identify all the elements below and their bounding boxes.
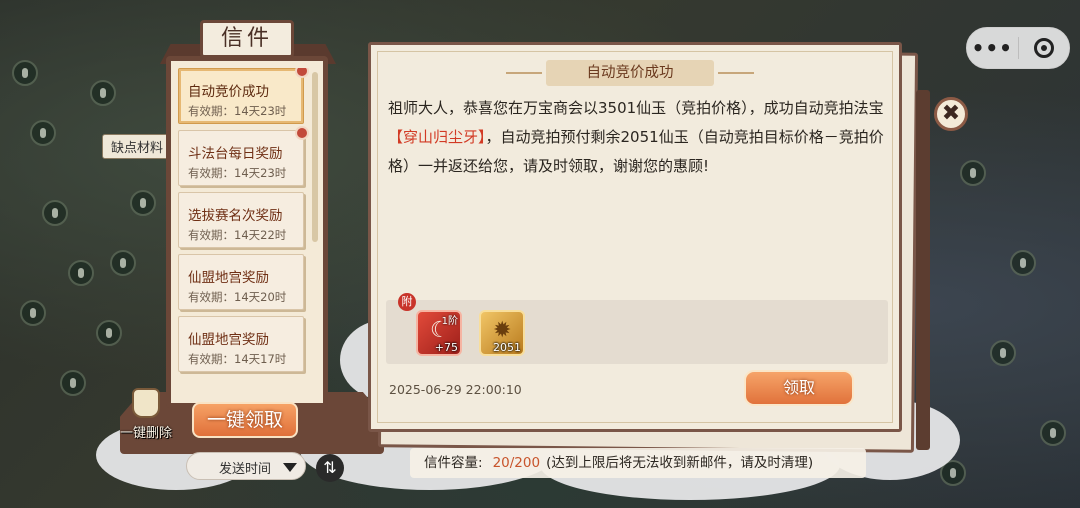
item-quantity: +75 xyxy=(434,341,458,354)
letter-scroll-rod xyxy=(916,90,930,450)
close-icon[interactable]: ✖ xyxy=(934,97,968,131)
letter-body: 祖师大人，恭喜您在万宝商会以3501仙玉（竞拍价格），成功自动竞拍法宝【穿山归尘… xyxy=(388,94,886,181)
letter-heading: 自动竞价成功 xyxy=(506,60,754,86)
letter-item-name: 【穿山归尘牙】 xyxy=(388,128,486,146)
sort-order-icon[interactable]: ⇅ xyxy=(316,454,344,482)
mail-expiry: 有效期：14天20时 xyxy=(188,290,287,304)
sort-dropdown[interactable]: 发送时间 xyxy=(186,452,306,480)
mail-list-item[interactable]: 自动竞价成功有效期：14天23时 xyxy=(178,68,309,124)
attachment-tag: 附 xyxy=(398,293,416,311)
delete-all-label: 一键删除 xyxy=(119,426,172,441)
item-tier: 1阶 xyxy=(441,316,458,327)
mail-list-item[interactable]: 选拔赛名次奖励 有效期：14天22时 xyxy=(178,192,304,248)
delete-all-button[interactable]: 一键删除 xyxy=(116,388,174,441)
mail-list-scrollbar[interactable] xyxy=(312,72,318,242)
mail-list-item[interactable]: 仙盟地宫奖励有效期：14天17时 xyxy=(178,316,304,372)
mail-panel-title: 信件 xyxy=(200,20,294,58)
capacity-value: 20/200 xyxy=(492,455,541,471)
sort-dropdown-label: 发送时间 xyxy=(219,462,272,477)
unread-badge-icon xyxy=(295,68,309,78)
mail-list[interactable]: 自动竞价成功 有效期：14天23时 斗法台每日奖励 有效期：14天23时 选拔赛名次奖励… xyxy=(174,68,310,398)
claim-all-button[interactable]: 一键领取 xyxy=(192,402,298,438)
bag-icon xyxy=(132,388,160,418)
capacity-label: 信件容量: xyxy=(424,455,483,471)
mail-subject: 仙盟地宫奖励 xyxy=(188,270,269,286)
chevron-down-icon xyxy=(283,463,297,472)
mail-subject: 仙盟地宫奖励 xyxy=(188,332,269,348)
mail-expiry: 有效期：14天23时 xyxy=(188,104,287,118)
more-icon[interactable]: ••• xyxy=(967,27,1018,69)
unread-badge-icon xyxy=(295,126,309,140)
mail-expiry: 有效期：14天23时 xyxy=(188,166,287,180)
mail-capacity-bar: 信件容量: 20/200 (达到上限后将无法收到新邮件，请及时清理) xyxy=(410,448,866,478)
mail-expiry: 有效期：14天17时 xyxy=(188,352,287,366)
mail-subject: 斗法台每日奖励 xyxy=(188,146,283,162)
jade-item[interactable]: ✹ 2051 xyxy=(479,310,525,356)
map-label: 缺点材料 xyxy=(102,134,173,159)
mail-subject: 自动竞价成功 xyxy=(188,84,269,100)
mail-list-item[interactable]: 仙盟地宫奖励有效期：14天20时 xyxy=(178,254,304,310)
mail-expiry: 有效期：14天22时 xyxy=(188,228,287,242)
claim-button[interactable]: 领取 xyxy=(744,370,854,406)
capacity-note: (达到上限后将无法收到新邮件，请及时清理) xyxy=(546,455,814,471)
fang-item[interactable]: ☾ 1阶 +75 xyxy=(416,310,462,356)
mail-list-item[interactable]: 斗法台每日奖励 有效期：14天23时 xyxy=(178,126,309,186)
dragon-coin-icon: ✹ xyxy=(493,318,512,343)
target-icon[interactable] xyxy=(1018,38,1069,58)
letter-date: 2025-06-29 22:00:10 xyxy=(389,382,522,397)
mail-subject: 选拔赛名次奖励 xyxy=(188,208,283,224)
wechat-capsule: ••• xyxy=(966,27,1070,69)
item-quantity: 2051 xyxy=(493,341,521,354)
letter-body-part1: 祖师大人，恭喜您在万宝商会以3501仙玉（竞拍价格），成功自动竞拍法宝 xyxy=(388,99,884,117)
